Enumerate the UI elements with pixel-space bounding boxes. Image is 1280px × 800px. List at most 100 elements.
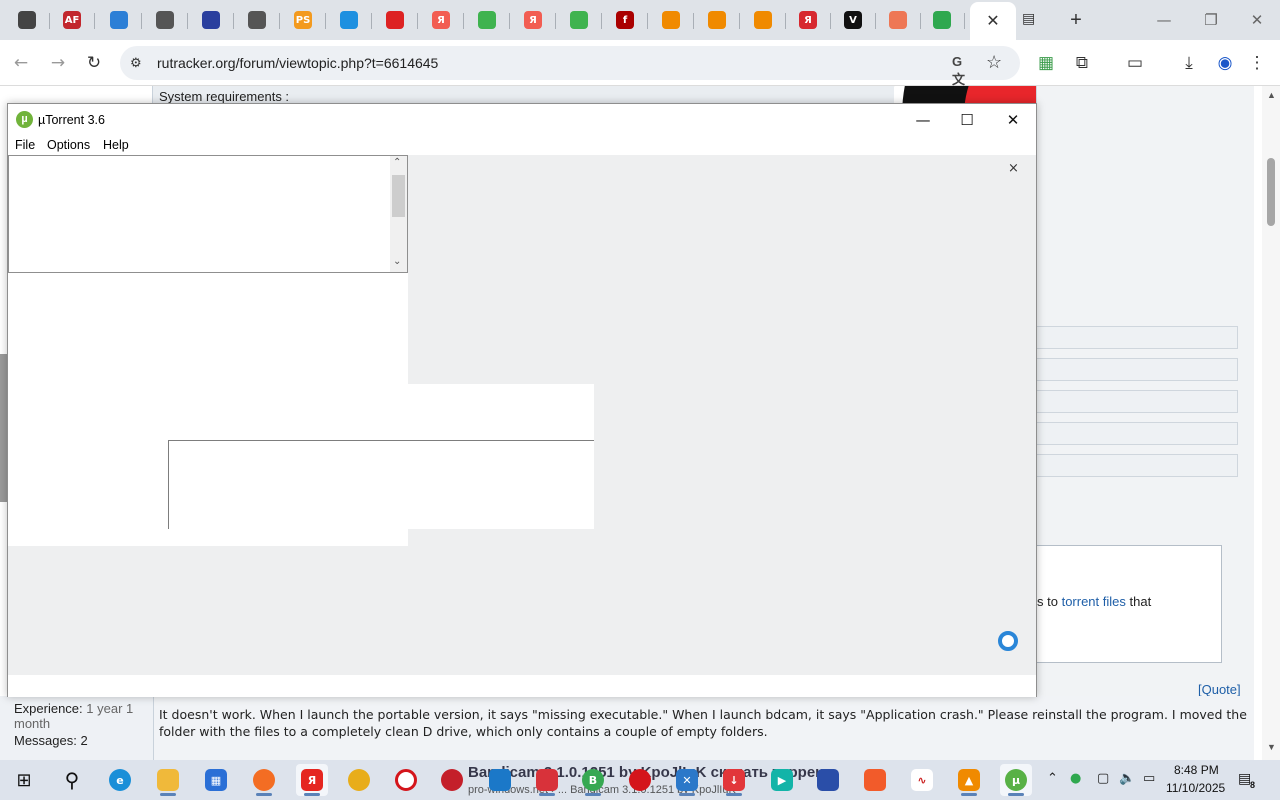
downloads-icon[interactable]: ⤓ (1178, 52, 1200, 74)
browser-tab[interactable]: AF (52, 4, 95, 36)
start-button[interactable]: ⊞ (8, 764, 40, 796)
page-scroll-thumb[interactable] (1267, 158, 1275, 226)
show-hidden-icons-chevron-icon[interactable]: ⌃ (1047, 771, 1058, 786)
page-scrollbar[interactable]: ▲ ▼ (1262, 86, 1280, 760)
translate-icon[interactable]: G文 (952, 54, 972, 87)
browser-tab[interactable] (651, 4, 694, 36)
taskbar-vlc[interactable]: ▲ (953, 764, 985, 796)
clock-time[interactable]: 8:48 PM (1174, 763, 1219, 777)
search-button[interactable]: ⚲ (56, 764, 88, 796)
taskbar-yandex[interactable]: Я (296, 764, 328, 796)
globe-icon (248, 11, 266, 29)
browser-tab[interactable] (329, 4, 372, 36)
taskbar-shield[interactable] (484, 764, 516, 796)
browser-tab[interactable]: Я (421, 4, 464, 36)
extensions-puzzle-icon[interactable]: ⧉ (1071, 52, 1093, 74)
scroll-down-icon[interactable]: ▼ (1267, 742, 1276, 752)
browser-tab[interactable]: Я (788, 4, 831, 36)
browser-tab[interactable] (697, 4, 740, 36)
taskbar-explorer[interactable] (152, 764, 184, 796)
yandex-browser-icon: Я (301, 769, 323, 791)
battery-icon[interactable]: ▢ (1097, 771, 1109, 786)
volume-muted-icon[interactable]: 🔈 (1119, 771, 1135, 786)
browser-tab[interactable] (191, 4, 234, 36)
taskbar-bandicam[interactable] (531, 764, 563, 796)
menu-file[interactable]: File (15, 138, 35, 152)
category-list[interactable]: ⌃ ⌄ (8, 155, 408, 273)
back-button[interactable]: ← (8, 50, 34, 76)
chrome-icon (348, 769, 370, 791)
taskbar-opera[interactable] (390, 764, 422, 796)
browser-tab[interactable] (467, 4, 510, 36)
forward-button[interactable]: → (45, 50, 71, 76)
experience-label: Experience: (14, 701, 83, 716)
taskbar-downloader[interactable]: ↓ (718, 764, 750, 796)
taskbar-player[interactable]: ▶ (766, 764, 798, 796)
tab-search-icon[interactable]: ▤ (1022, 10, 1042, 30)
browser-tab[interactable] (237, 4, 280, 36)
browser-tab[interactable] (559, 4, 602, 36)
network-status-icon[interactable]: ▭ (1143, 771, 1155, 786)
taskbar-firefox[interactable] (248, 764, 280, 796)
profile-icon[interactable]: ◉ (1214, 52, 1236, 74)
torrent-files-link[interactable]: torrent files (1062, 594, 1126, 609)
taskbar-edge[interactable]: e (104, 764, 136, 796)
chevron-down-icon[interactable]: ⌄ (393, 256, 401, 267)
browser-tab[interactable] (99, 4, 142, 36)
quote-link[interactable]: [Quote] (1198, 682, 1241, 697)
browser-tab[interactable] (878, 4, 921, 36)
site-info-icon[interactable]: ⚙ (130, 55, 146, 71)
torrent-box-prefix: s to (1037, 594, 1062, 609)
category-list-scrollbar[interactable]: ⌃ ⌄ (390, 156, 407, 272)
taskbar-tools[interactable]: ✕ (671, 764, 703, 796)
utorrent-titlebar[interactable]: µ µTorrent 3.6 — ☐ ✕ (8, 104, 1036, 135)
chevron-up-icon[interactable]: ⌃ (393, 157, 401, 168)
utorrent-tray-icon[interactable]: ● (1070, 771, 1081, 786)
minimize-browser-button[interactable]: — (1150, 8, 1178, 32)
browser-tab-strip: AF PS Я Яf Я V ✕ ▤ + — ❐ ✕ (0, 0, 1280, 40)
browser-tab[interactable] (743, 4, 786, 36)
taskbar-chrome[interactable] (343, 764, 375, 796)
url-text[interactable]: rutracker.org/forum/viewtopic.php?t=6614… (157, 55, 438, 71)
bookmark-star-icon[interactable]: ☆ (986, 52, 1002, 73)
utorrent-menubar: File Options Help (8, 135, 1036, 155)
post-body-text: It doesn't work. When I launch the porta… (153, 696, 1254, 760)
utorrent-icon (933, 11, 951, 29)
utorrent-close-button[interactable]: ✕ (998, 108, 1028, 132)
address-bar[interactable]: ⚙ rutracker.org/forum/viewtopic.php?t=66… (120, 46, 1020, 87)
taskbar-chart[interactable]: ∿ (906, 764, 938, 796)
browser-menu-icon[interactable]: ⋮ (1246, 52, 1268, 74)
restore-browser-button[interactable]: ❐ (1197, 8, 1225, 32)
utorrent-minimize-button[interactable]: — (908, 108, 938, 132)
taskbar-store[interactable]: ▦ (200, 764, 232, 796)
browser-tab[interactable] (7, 4, 50, 36)
taskbar-app-red[interactable] (436, 764, 468, 796)
browser-tab[interactable]: f (605, 4, 648, 36)
close-browser-button[interactable]: ✕ (1243, 8, 1271, 32)
browser-tab[interactable] (145, 4, 188, 36)
taskbar-chrome-2[interactable]: B (577, 764, 609, 796)
active-tab[interactable]: ✕ (970, 2, 1016, 40)
taskbar-opera-2[interactable] (624, 764, 656, 796)
taskbar-utorrent[interactable]: µ (1000, 764, 1032, 796)
utorrent-maximize-button[interactable]: ☐ (952, 108, 982, 132)
clock-date[interactable]: 11/10/2025 (1166, 781, 1225, 795)
extension-icon[interactable]: ▦ (1035, 52, 1057, 74)
reload-button[interactable]: ↻ (81, 50, 107, 76)
taskbar-brave[interactable] (859, 764, 891, 796)
notification-icon[interactable]: ▤ (1238, 770, 1260, 790)
browser-tab[interactable]: PS (283, 4, 326, 36)
browser-tab[interactable]: Я (513, 4, 556, 36)
taskbar-fileshare[interactable] (812, 764, 844, 796)
browser-tab[interactable] (922, 4, 965, 36)
close-panel-icon[interactable]: × (1008, 161, 1019, 176)
menu-options[interactable]: Options (47, 138, 90, 152)
browser-tab[interactable]: V (833, 4, 876, 36)
scroll-up-icon[interactable]: ▲ (1267, 90, 1276, 100)
browser-tab[interactable] (375, 4, 418, 36)
menu-help[interactable]: Help (103, 138, 129, 152)
category-scroll-thumb[interactable] (392, 175, 405, 217)
new-tab-button[interactable]: + (1064, 8, 1088, 32)
tab-cast-icon[interactable]: ▭ (1124, 52, 1146, 74)
close-tab-icon[interactable]: ✕ (986, 11, 999, 31)
